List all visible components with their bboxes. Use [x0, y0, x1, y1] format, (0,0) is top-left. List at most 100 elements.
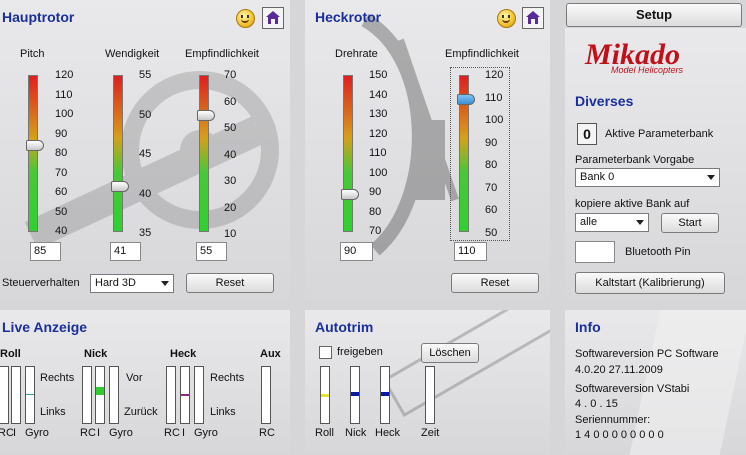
hr-empfindlichkeit-tick: 30: [224, 175, 237, 187]
live-heck-header: Heck: [170, 348, 197, 360]
tr-empfindlichkeit-tick: 60: [485, 204, 498, 216]
live-roll-gyro-marker: [26, 394, 34, 395]
tr-empfindlichkeit-label: Empfindlichkeit: [445, 48, 519, 60]
start-button[interactable]: Start: [661, 213, 719, 233]
live-aux-header: Aux: [260, 348, 281, 360]
tr-empfindlichkeit-tick: 70: [485, 181, 498, 194]
tr-empfindlichkeit-tick: 110: [485, 91, 503, 104]
steuerverhalten-select[interactable]: Hard 3D: [90, 274, 174, 293]
live-panel: Live Anzeige Roll Rechts Links RC I Gyro…: [0, 310, 290, 455]
drehrate-label: Drehrate: [335, 48, 378, 60]
live-roll-rc-label: RC: [0, 427, 14, 439]
live-roll-header: Roll: [0, 348, 21, 360]
tr-empfindlichkeit-tick: 100: [485, 114, 504, 126]
kopiere-value: alle: [580, 216, 598, 228]
live-roll-gyro-bar: [25, 366, 35, 424]
pitch-tick: 80: [55, 147, 68, 159]
drehrate-slider-track[interactable]: [343, 75, 353, 232]
live-heck-i-label: I: [182, 427, 186, 439]
pitch-tick: 100: [55, 108, 74, 120]
kaltstart-button[interactable]: Kaltstart (Kalibrierung): [575, 272, 725, 294]
live-zurueck-label: Zurück: [124, 406, 158, 418]
drehrate-tick: 130: [369, 108, 388, 120]
live-heck-rc-bar: [166, 366, 176, 424]
live-heck-rc-label: RC: [164, 427, 180, 439]
tr-empfindlichkeit-value-field[interactable]: 110: [454, 242, 487, 261]
hauptrotor-panel: Hauptrotor Pitch 120 110 100 90 80 70 60…: [0, 0, 290, 300]
live-nick-gyro-bar: [109, 366, 119, 424]
wendigkeit-slider-track[interactable]: [113, 75, 123, 232]
pitch-tick: 120: [55, 69, 74, 81]
tr-empfindlichkeit-tick: 80: [485, 159, 498, 171]
drehrate-tick: 120: [369, 127, 388, 140]
drehrate-scale: 150 140 130 120 110 100 90 80 70: [369, 70, 387, 246]
live-links-label: Links: [40, 406, 66, 418]
drehrate-tick: 100: [369, 166, 388, 179]
pitch-slider-thumb[interactable]: [26, 140, 44, 151]
pitch-tick: 50: [55, 205, 68, 218]
aktive-bank-value: 0: [577, 123, 597, 145]
smiley-icon: [497, 9, 516, 28]
vorgabe-select[interactable]: Bank 0: [575, 168, 720, 187]
kopiere-select[interactable]: alle: [575, 213, 649, 232]
loeschen-button[interactable]: Löschen: [421, 343, 479, 363]
live-roll-i-bar: [11, 366, 21, 424]
drehrate-value-field[interactable]: 90: [340, 242, 373, 261]
drehrate-tick: 140: [369, 88, 388, 101]
live-heck-i-bar: [180, 366, 190, 424]
logo-tagline: Model Helicopters: [611, 65, 684, 75]
setup-button[interactable]: Setup: [566, 3, 742, 27]
live-heck-gyro-bar: [194, 366, 204, 424]
pitch-scale: 120 110 100 90 80 70 60 50 40: [55, 70, 73, 246]
save-preset-icon[interactable]: [522, 7, 544, 29]
chevron-down-icon: [636, 220, 644, 225]
live-vor-label: Vor: [126, 372, 143, 384]
hr-empfindlichkeit-slider-thumb[interactable]: [197, 110, 215, 121]
live-nick-header: Nick: [84, 348, 108, 360]
autotrim-roll-marker: [321, 394, 329, 397]
freigeben-checkbox[interactable]: [319, 346, 332, 359]
wendigkeit-tick: 40: [139, 187, 152, 200]
drehrate-tick: 150: [369, 69, 388, 81]
pitch-slider-track[interactable]: [28, 75, 38, 232]
chevron-down-icon: [707, 175, 715, 180]
live-nick-i-bar: [95, 366, 105, 424]
wendigkeit-scale: 55 50 45 40 35: [139, 70, 151, 268]
wendigkeit-label: Wendigkeit: [105, 48, 160, 60]
tr-empfindlichkeit-scale: 120 110 100 90 80 70 60 50: [485, 70, 503, 250]
live-roll-gyro-label: Gyro: [25, 427, 49, 439]
pitch-tick: 70: [55, 166, 68, 179]
drehrate-slider-thumb[interactable]: [341, 189, 359, 200]
tr-empfindlichkeit-slider-thumb[interactable]: [457, 94, 475, 105]
live-roll-rc-bar: [0, 366, 9, 424]
hr-empfindlichkeit-value-field[interactable]: 55: [196, 242, 227, 261]
hr-empfindlichkeit-tick: 60: [224, 95, 237, 108]
live-aux-rc-bar: [261, 366, 271, 424]
pitch-value-field[interactable]: 85: [30, 242, 61, 261]
heckrotor-reset-button[interactable]: Reset: [451, 273, 539, 293]
sw-pc-label: Softwareversion PC Software: [575, 348, 719, 360]
bluetooth-pin-field[interactable]: [575, 241, 615, 263]
live-heck-links-label: Links: [210, 406, 236, 418]
hauptrotor-reset-button[interactable]: Reset: [186, 273, 274, 293]
hr-empfindlichkeit-slider-track[interactable]: [199, 75, 209, 232]
live-rechts-label: Rechts: [40, 372, 75, 384]
live-nick-i-label: I: [97, 427, 101, 439]
drehrate-tick: 90: [369, 186, 382, 198]
wendigkeit-tick: 55: [139, 69, 152, 81]
steuerverhalten-label: Steuerverhalten: [2, 277, 80, 289]
live-heck-gyro-label: Gyro: [194, 427, 218, 439]
autotrim-roll-bar: [320, 366, 330, 424]
wendigkeit-value-field[interactable]: 41: [110, 242, 141, 261]
wendigkeit-slider-thumb[interactable]: [111, 181, 129, 192]
autotrim-panel: Autotrim freigeben Löschen Roll Nick Hec…: [305, 310, 550, 455]
heckrotor-title: Heckrotor: [315, 9, 382, 25]
serial-label: Seriennummer:: [575, 414, 651, 426]
sw-vstabi-label: Softwareversion VStabi: [575, 383, 690, 395]
serial-value: 1 4 0 0 0 0 0 0 0 0: [575, 429, 664, 441]
live-nick-rc-bar: [82, 366, 92, 424]
pitch-label: Pitch: [20, 48, 45, 60]
chevron-down-icon: [161, 281, 169, 286]
pitch-tick: 60: [55, 186, 68, 198]
save-preset-icon[interactable]: [262, 7, 284, 29]
